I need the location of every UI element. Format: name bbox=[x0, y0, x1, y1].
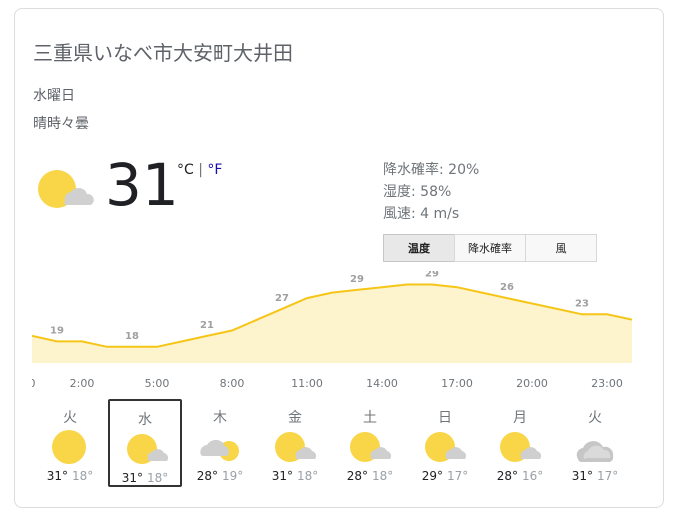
cloud-icon bbox=[574, 429, 618, 465]
location-title: 三重県いなべ市大安町大井田 bbox=[33, 41, 293, 65]
chart-tabs: 温度 降水確率 風 bbox=[383, 234, 597, 262]
temperature-data-label: 29 bbox=[425, 271, 439, 280]
day-temps: 28° 16° bbox=[483, 469, 557, 483]
low-temp: 18° bbox=[72, 469, 94, 483]
day-temps: 31° 18° bbox=[258, 469, 332, 483]
day-forecast-6[interactable]: 月 28° 16° bbox=[483, 399, 557, 487]
day-forecast-2[interactable]: 木 28° 19° bbox=[183, 399, 257, 487]
unit-toggle: °C | °F bbox=[177, 162, 222, 178]
cloud-sun-icon bbox=[199, 429, 243, 465]
day-forecast-0[interactable]: 火 31° 18° bbox=[33, 399, 107, 487]
humidity: 湿度: 58% bbox=[383, 184, 452, 200]
day-name: 水 bbox=[138, 412, 152, 428]
day-name: 月 bbox=[513, 410, 527, 426]
time-tick-label: 5:00 bbox=[145, 377, 170, 390]
sun-cloud-icon bbox=[126, 431, 170, 467]
celsius-unit[interactable]: °C bbox=[177, 162, 194, 178]
tab-temperature[interactable]: 温度 bbox=[383, 234, 455, 262]
day-label: 水曜日 bbox=[33, 88, 75, 104]
day-temps: 29° 17° bbox=[408, 469, 482, 483]
high-temp: 28° bbox=[496, 469, 518, 483]
low-temp: 18° bbox=[372, 469, 394, 483]
high-temp: 31° bbox=[121, 471, 143, 485]
current-temperature: 31 bbox=[105, 151, 179, 219]
high-temp: 28° bbox=[196, 469, 218, 483]
low-temp: 18° bbox=[297, 469, 319, 483]
sun-cloud-icon bbox=[424, 429, 468, 465]
low-temp: 18° bbox=[147, 471, 169, 485]
weather-card: 三重県いなべ市大安町大井田 水曜日 晴時々曇 31 °C | °F 降水確率: … bbox=[14, 8, 664, 508]
day-forecast-3[interactable]: 金 31° 18° bbox=[258, 399, 332, 487]
day-temps: 28° 19° bbox=[183, 469, 257, 483]
day-name: 土 bbox=[363, 410, 377, 426]
tab-wind[interactable]: 風 bbox=[525, 234, 597, 262]
day-forecast-5[interactable]: 日 29° 17° bbox=[408, 399, 482, 487]
day-name: 火 bbox=[63, 410, 77, 426]
day-temps: 31° 18° bbox=[33, 469, 107, 483]
time-tick-label: 23:00 bbox=[591, 377, 623, 390]
precip-probability: 降水確率: 20% bbox=[383, 162, 480, 178]
low-temp: 17° bbox=[447, 469, 469, 483]
temperature-data-label: 27 bbox=[275, 293, 289, 304]
day-temps: 31° 18° bbox=[110, 471, 180, 485]
high-temp: 31° bbox=[571, 469, 593, 483]
time-tick-label: 2:00 bbox=[70, 377, 95, 390]
high-temp: 29° bbox=[421, 469, 443, 483]
time-tick-label: 0 bbox=[32, 377, 36, 390]
high-temp: 31° bbox=[46, 469, 68, 483]
high-temp: 31° bbox=[271, 469, 293, 483]
time-tick-label: 8:00 bbox=[220, 377, 245, 390]
wind-speed: 風速: 4 m/s bbox=[383, 206, 460, 222]
time-tick-label: 17:00 bbox=[441, 377, 473, 390]
temperature-area bbox=[32, 284, 632, 363]
time-tick-label: 14:00 bbox=[366, 377, 398, 390]
low-temp: 16° bbox=[522, 469, 544, 483]
tab-precipitation[interactable]: 降水確率 bbox=[454, 234, 526, 262]
day-temps: 28° 18° bbox=[333, 469, 407, 483]
sun-cloud-icon bbox=[499, 429, 543, 465]
day-forecast-1[interactable]: 水 31° 18° bbox=[108, 399, 182, 487]
sun-cloud-icon bbox=[349, 429, 393, 465]
temperature-data-label: 21 bbox=[200, 320, 214, 331]
high-temp: 28° bbox=[346, 469, 368, 483]
fahrenheit-unit[interactable]: °F bbox=[207, 162, 222, 178]
condition-label: 晴時々曇 bbox=[33, 116, 89, 132]
sun-cloud-icon bbox=[274, 429, 318, 465]
temperature-data-label: 29 bbox=[350, 274, 364, 285]
temperature-data-label: 18 bbox=[125, 331, 139, 342]
day-forecast-4[interactable]: 土 28° 18° bbox=[333, 399, 407, 487]
time-tick-label: 20:00 bbox=[516, 377, 548, 390]
day-name: 日 bbox=[438, 410, 452, 426]
daily-forecast: 火 31° 18° 水 31° 18° 木 28° 19° 金 31° 18° 土 28° 18° 日 29° 1… bbox=[32, 395, 632, 495]
temperature-data-label: 26 bbox=[500, 282, 514, 293]
temperature-chart: 19 18 21 27 29 29 26 23 0 2:00 5:00 8:00 11:00 14:00 1… bbox=[32, 271, 632, 390]
low-temp: 19° bbox=[222, 469, 244, 483]
day-name: 金 bbox=[288, 410, 302, 426]
temperature-data-label: 19 bbox=[50, 325, 64, 336]
sun-icon bbox=[49, 429, 93, 465]
day-name: 火 bbox=[588, 410, 602, 426]
unit-separator: | bbox=[193, 162, 208, 178]
time-tick-label: 11:00 bbox=[291, 377, 323, 390]
temperature-data-label: 23 bbox=[575, 298, 589, 309]
day-name: 木 bbox=[213, 410, 227, 426]
day-forecast-7[interactable]: 火 31° 17° bbox=[558, 399, 632, 487]
day-temps: 31° 17° bbox=[558, 469, 632, 483]
weather-details: 降水確率: 20% 湿度: 58% 風速: 4 m/s bbox=[383, 159, 479, 225]
sun-cloud-icon bbox=[35, 163, 95, 213]
low-temp: 17° bbox=[597, 469, 619, 483]
